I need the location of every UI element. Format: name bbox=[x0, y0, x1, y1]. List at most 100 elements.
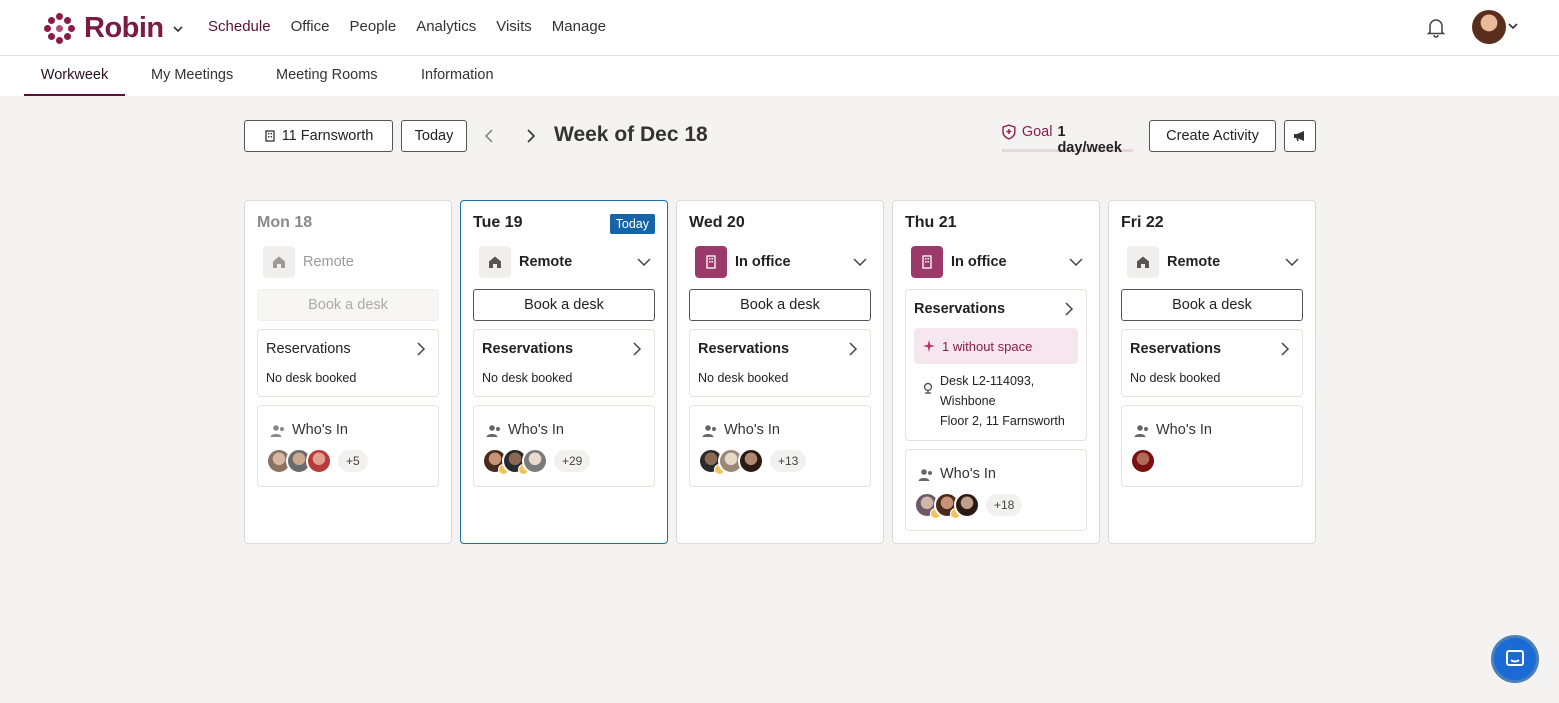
day-card-thu: Thu 21 In office Reservations 1 without … bbox=[892, 200, 1100, 544]
avatar-stack: +29 bbox=[482, 448, 591, 475]
user-avatar[interactable] bbox=[1472, 10, 1506, 44]
more-count: +5 bbox=[338, 450, 368, 472]
chevron-down-icon[interactable] bbox=[1285, 255, 1299, 269]
whos-in-title: Who's In bbox=[724, 422, 780, 438]
sub-nav: Workweek My Meetings Meeting Rooms Infor… bbox=[0, 56, 1559, 96]
day-card-wed: Wed 20 In office Book a desk Reservation… bbox=[676, 200, 884, 544]
day-title: Mon 18 bbox=[257, 214, 313, 231]
people-icon bbox=[270, 425, 284, 437]
nav-manage[interactable]: Manage bbox=[552, 18, 606, 35]
avatar bbox=[306, 448, 332, 474]
location-label: 11 Farnsworth bbox=[281, 128, 374, 144]
tab-my-meetings[interactable]: My Meetings bbox=[151, 56, 233, 96]
without-space-badge[interactable]: 1 without space bbox=[914, 328, 1078, 364]
chevron-right-icon[interactable] bbox=[1062, 302, 1076, 316]
app-name: Robin bbox=[84, 12, 164, 44]
reservations-title: Reservations bbox=[482, 341, 574, 357]
reservations-title: Reservations bbox=[914, 301, 1006, 317]
tab-workweek[interactable]: Workweek bbox=[24, 56, 125, 96]
status-selector[interactable]: In office bbox=[695, 245, 867, 279]
reservations-panel[interactable]: Reservations 1 without space Desk L2-114… bbox=[905, 289, 1087, 441]
top-bar: Robin Schedule Office People Analytics V… bbox=[0, 0, 1559, 56]
whos-in-panel[interactable]: Who's In +13 bbox=[689, 405, 871, 487]
whos-in-title: Who's In bbox=[1156, 422, 1212, 438]
avatar bbox=[1130, 448, 1156, 474]
more-count: +13 bbox=[770, 450, 807, 472]
nav-visits[interactable]: Visits bbox=[496, 18, 532, 35]
chevron-right-icon[interactable] bbox=[1278, 342, 1292, 356]
app-logo[interactable]: Robin bbox=[44, 12, 184, 45]
day-title: Fri 22 bbox=[1121, 214, 1164, 231]
status-selector[interactable]: Remote bbox=[263, 245, 435, 279]
whos-in-panel[interactable]: Who's In +18 bbox=[905, 449, 1087, 531]
reservations-status: No desk booked bbox=[482, 371, 573, 385]
goal-label: Goal bbox=[1021, 124, 1053, 140]
avatar bbox=[954, 492, 980, 518]
reservations-panel[interactable]: Reservations No desk booked bbox=[1121, 329, 1303, 397]
reservations-status: No desk booked bbox=[698, 371, 789, 385]
book-desk-button[interactable]: Book a desk bbox=[473, 289, 655, 321]
nav-people[interactable]: People bbox=[349, 18, 396, 35]
status-selector[interactable]: In office bbox=[911, 245, 1083, 279]
avatar-stack: +18 bbox=[914, 492, 1023, 519]
book-desk-button[interactable]: Book a desk bbox=[257, 289, 439, 321]
whos-in-panel[interactable]: Who's In +29 bbox=[473, 405, 655, 487]
chevron-left-icon[interactable] bbox=[480, 126, 500, 146]
reservations-status: No desk booked bbox=[266, 371, 357, 385]
whos-in-panel[interactable]: Who's In bbox=[1121, 405, 1303, 487]
chevron-right-icon[interactable] bbox=[846, 342, 860, 356]
chevron-right-icon[interactable] bbox=[630, 342, 644, 356]
chevron-down-icon[interactable] bbox=[637, 255, 651, 269]
today-button[interactable]: Today bbox=[401, 120, 467, 152]
status-label: Remote bbox=[1167, 254, 1221, 270]
status-selector[interactable]: Remote bbox=[479, 245, 651, 279]
people-icon bbox=[1134, 425, 1148, 437]
tab-information[interactable]: Information bbox=[421, 56, 494, 96]
create-activity-button[interactable]: Create Activity bbox=[1149, 120, 1276, 152]
reservations-panel[interactable]: Reservations No desk booked bbox=[473, 329, 655, 397]
chevron-down-icon[interactable] bbox=[853, 255, 867, 269]
day-title: Tue 19 bbox=[473, 214, 523, 231]
chevron-down-icon[interactable] bbox=[172, 23, 184, 35]
nav-analytics[interactable]: Analytics bbox=[416, 18, 476, 35]
desk-name: Desk L2-114093, bbox=[940, 374, 1035, 388]
goal-shield-icon bbox=[1002, 124, 1016, 140]
office-building-icon bbox=[695, 246, 727, 278]
office-building-icon bbox=[911, 246, 943, 278]
desk-area: Wishbone bbox=[940, 394, 996, 408]
book-desk-button[interactable]: Book a desk bbox=[689, 289, 871, 321]
whos-in-panel[interactable]: Who's In +5 bbox=[257, 405, 439, 487]
book-desk-button[interactable]: Book a desk bbox=[1121, 289, 1303, 321]
whos-in-title: Who's In bbox=[508, 422, 564, 438]
more-count: +29 bbox=[554, 450, 591, 472]
status-selector[interactable]: Remote bbox=[1127, 245, 1299, 279]
reservations-panel[interactable]: Reservations No desk booked bbox=[257, 329, 439, 397]
avatar bbox=[738, 448, 764, 474]
more-count: +18 bbox=[986, 494, 1023, 516]
chat-launcher-button[interactable] bbox=[1491, 635, 1539, 683]
chevron-down-icon[interactable] bbox=[1507, 20, 1519, 32]
location-button[interactable]: 11 Farnsworth bbox=[244, 120, 393, 152]
home-icon bbox=[1127, 246, 1159, 278]
whos-in-title: Who's In bbox=[292, 422, 348, 438]
chat-icon bbox=[1506, 650, 1524, 666]
bell-icon[interactable] bbox=[1424, 15, 1448, 39]
tab-meeting-rooms[interactable]: Meeting Rooms bbox=[276, 56, 378, 96]
chevron-right-icon[interactable] bbox=[414, 342, 428, 356]
week-title: Week of Dec 18 bbox=[554, 123, 708, 146]
nav-schedule[interactable]: Schedule bbox=[208, 18, 271, 35]
whos-in-title: Who's In bbox=[940, 466, 996, 482]
chevron-down-icon[interactable] bbox=[1069, 255, 1083, 269]
goal-indicator[interactable]: Goal 1 day/week bbox=[1002, 124, 1133, 156]
goal-value: 1 day/week bbox=[1057, 124, 1122, 156]
status-label: In office bbox=[951, 254, 1007, 270]
avatar-stack bbox=[1130, 448, 1156, 474]
status-label: Remote bbox=[303, 254, 354, 270]
avatar bbox=[522, 448, 548, 474]
chevron-right-icon[interactable] bbox=[520, 126, 540, 146]
avatar-stack: +5 bbox=[266, 448, 368, 474]
announcement-button[interactable] bbox=[1284, 120, 1316, 152]
nav-office[interactable]: Office bbox=[291, 18, 330, 35]
megaphone-icon bbox=[1294, 131, 1304, 142]
reservations-panel[interactable]: Reservations No desk booked bbox=[689, 329, 871, 397]
